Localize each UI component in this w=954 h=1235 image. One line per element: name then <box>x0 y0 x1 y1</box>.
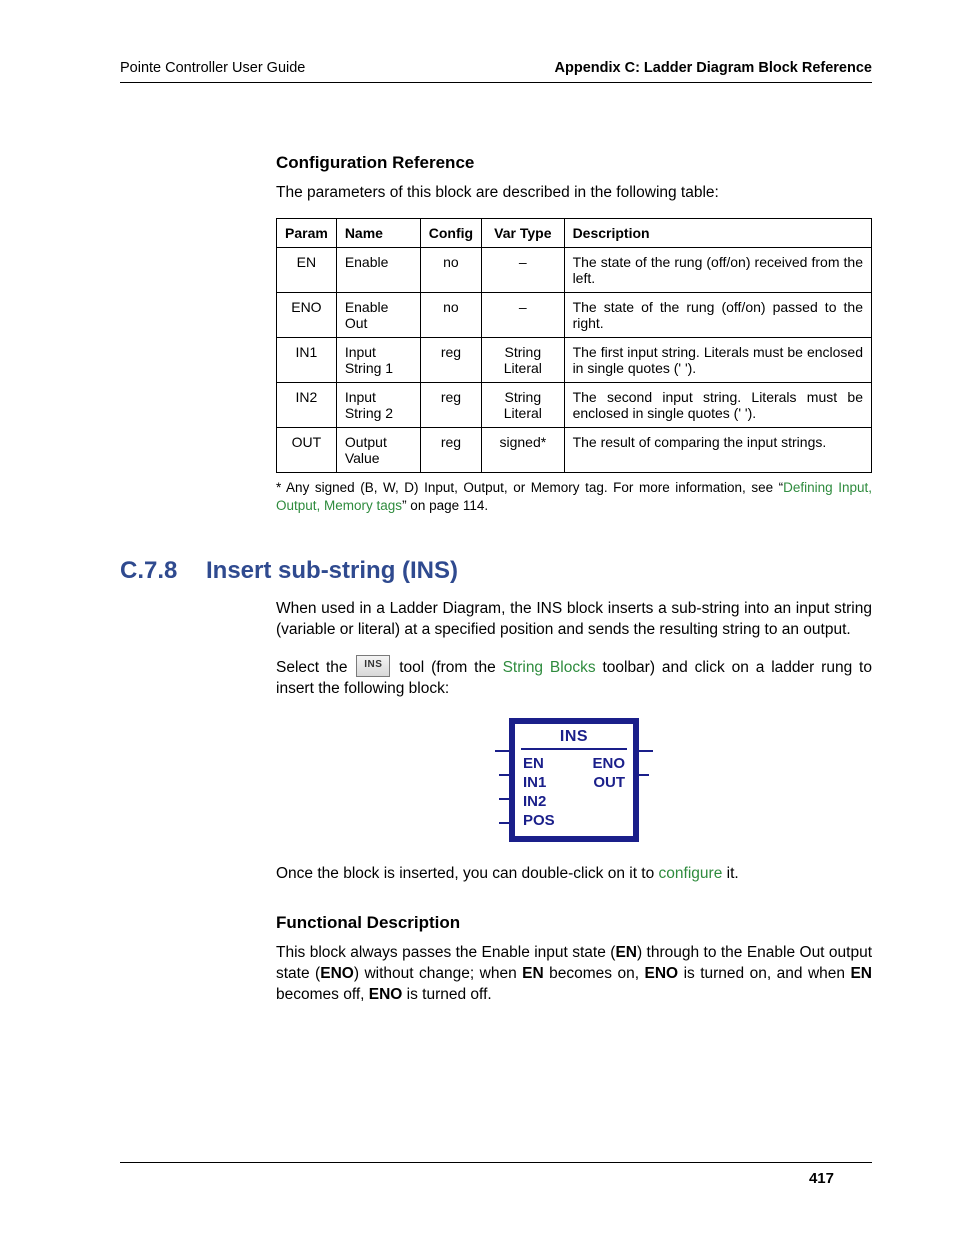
port-in1: IN1 <box>523 774 546 791</box>
cell-vartype: String Literal <box>482 382 564 427</box>
footer-rule <box>120 1162 872 1163</box>
cell-vartype: – <box>482 247 564 292</box>
cell-name: Input String 1 <box>336 337 420 382</box>
runhead-right: Appendix C: Ladder Diagram Block Referen… <box>555 60 872 76</box>
config-ref-intro: The parameters of this block are describ… <box>276 183 872 204</box>
running-header: Pointe Controller User Guide Appendix C:… <box>120 60 872 83</box>
fd-6: becomes on, <box>544 965 645 982</box>
col-config: Config <box>420 218 481 247</box>
cell-name: Enable <box>336 247 420 292</box>
table-header-row: Param Name Config Var Type Description <box>277 218 872 247</box>
fd-8: is turned on, and when <box>678 965 850 982</box>
cell-desc: The state of the rung (off/on) received … <box>564 247 871 292</box>
para3-pre: Once the block is inserted, you can doub… <box>276 865 659 882</box>
cell-param: EN <box>277 247 337 292</box>
cell-param: IN1 <box>277 337 337 382</box>
para3-post: it. <box>722 865 738 882</box>
fd-eno1: ENO <box>320 965 354 982</box>
col-vartype: Var Type <box>482 218 564 247</box>
ins-tool-icon <box>356 655 390 677</box>
page-number: 417 <box>809 1170 834 1187</box>
cell-vartype: signed* <box>482 427 564 472</box>
cell-config: no <box>420 247 481 292</box>
cell-param: ENO <box>277 292 337 337</box>
para2-pre: Select the <box>276 659 354 676</box>
table-row: ENO Enable Out no – The state of the run… <box>277 292 872 337</box>
ladder-block: INS EN ENO IN1 OUT IN2 POS <box>509 718 639 842</box>
table-row: IN2 Input String 2 reg String Literal Th… <box>277 382 872 427</box>
cell-param: IN2 <box>277 382 337 427</box>
fd-eno3: ENO <box>369 986 403 1003</box>
cell-desc: The result of comparing the input string… <box>564 427 871 472</box>
fd-10: becomes off, <box>276 986 369 1003</box>
col-desc: Description <box>564 218 871 247</box>
cell-vartype: – <box>482 292 564 337</box>
fd-12: is turned off. <box>402 986 491 1003</box>
config-ref-heading: Configuration Reference <box>276 153 872 173</box>
fd-en2: EN <box>522 965 544 982</box>
cell-name: Enable Out <box>336 292 420 337</box>
footnote-post: ” on page 114. <box>402 498 488 513</box>
port-pos: POS <box>523 812 555 829</box>
table-row: OUT Output Value reg signed* The result … <box>277 427 872 472</box>
table-row: EN Enable no – The state of the rung (of… <box>277 247 872 292</box>
section-para2: Select the tool (from the String Blocks … <box>276 655 872 700</box>
cell-param: OUT <box>277 427 337 472</box>
para2-mid: tool (from the <box>392 659 502 676</box>
table-footnote: * Any signed (B, W, D) Input, Output, or… <box>276 479 872 515</box>
cell-desc: The first input string. Literals must be… <box>564 337 871 382</box>
runhead-left: Pointe Controller User Guide <box>120 60 305 76</box>
port-in2: IN2 <box>523 793 546 810</box>
params-table: Param Name Config Var Type Description E… <box>276 218 872 473</box>
cell-config: no <box>420 292 481 337</box>
port-en: EN <box>523 755 544 772</box>
section-title: Insert sub-string (INS) <box>206 557 458 585</box>
section-number: C.7.8 <box>120 557 184 585</box>
funcdesc-para: This block always passes the Enable inpu… <box>276 943 872 1006</box>
port-out: OUT <box>593 774 625 791</box>
cell-desc: The state of the rung (off/on) passed to… <box>564 292 871 337</box>
configure-link[interactable]: configure <box>659 865 723 882</box>
cell-desc: The second input string. Literals must b… <box>564 382 871 427</box>
section-para1: When used in a Ladder Diagram, the INS b… <box>276 599 872 641</box>
fd-en1: EN <box>615 944 637 961</box>
cell-config: reg <box>420 382 481 427</box>
cell-config: reg <box>420 427 481 472</box>
cell-config: reg <box>420 337 481 382</box>
fd-eno2: ENO <box>645 965 679 982</box>
port-eno: ENO <box>592 755 625 772</box>
cell-name: Output Value <box>336 427 420 472</box>
funcdesc-heading: Functional Description <box>276 913 872 933</box>
col-param: Param <box>277 218 337 247</box>
footnote-pre: * Any signed (B, W, D) Input, Output, or… <box>276 480 783 495</box>
col-name: Name <box>336 218 420 247</box>
fd-en3: EN <box>850 965 872 982</box>
block-title: INS <box>521 728 627 750</box>
table-row: IN1 Input String 1 reg String Literal Th… <box>277 337 872 382</box>
section-para3: Once the block is inserted, you can doub… <box>276 864 872 885</box>
fd-4: ) without change; when <box>354 965 522 982</box>
cell-vartype: String Literal <box>482 337 564 382</box>
string-blocks-link[interactable]: String Blocks <box>503 659 596 676</box>
ladder-block-figure: INS EN ENO IN1 OUT IN2 POS <box>276 718 872 842</box>
cell-name: Input String 2 <box>336 382 420 427</box>
fd-0: This block always passes the Enable inpu… <box>276 944 615 961</box>
